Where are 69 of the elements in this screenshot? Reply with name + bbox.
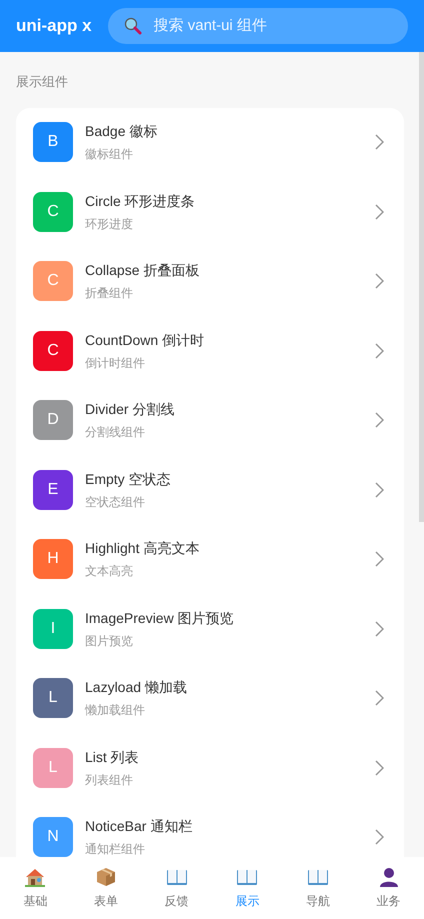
item-title: Highlight 高亮文本 (85, 539, 200, 558)
letter-avatar: C (33, 261, 73, 302)
chevron-icon (375, 342, 384, 359)
search-input[interactable]: 搜索 vant-ui 组件 (154, 14, 374, 38)
item-title: Circle 环形进度条 (85, 192, 196, 211)
tab[interactable]: 业务 (353, 866, 424, 910)
item-title: Badge 徽标 (85, 122, 158, 142)
letter-avatar: N (33, 817, 73, 857)
house-icon (24, 866, 46, 888)
letter-avatar: C (33, 192, 73, 232)
chevron-icon (375, 134, 384, 150)
letter-avatar: I (33, 608, 73, 649)
item-title: Lazyload 懒加载 (85, 678, 188, 698)
item-subtitle: 折叠组件 (85, 285, 134, 302)
chevron-icon (375, 829, 384, 846)
item-subtitle: 列表组件 (85, 772, 134, 789)
item-title: NoticeBar 通知栏 (85, 817, 194, 836)
item-subtitle: 分割线组件 (85, 424, 146, 442)
tab[interactable]: 导航 (282, 866, 354, 910)
item-title: Empty 空状态 (85, 470, 172, 489)
scrollbar[interactable] (419, 52, 424, 522)
list-item[interactable]: L List 列表 列表组件 (16, 733, 404, 802)
item-subtitle: 环形进度 (85, 216, 134, 233)
letter-avatar: C (33, 330, 73, 371)
item-subtitle: 图片预览 (85, 632, 134, 650)
box-icon (95, 866, 117, 888)
chevron-icon (375, 690, 384, 706)
chevron-icon (375, 620, 384, 637)
list-item[interactable]: B Badge 徽标 徽标组件 (16, 108, 404, 177)
list-item[interactable]: E Empty 空状态 空状态组件 (16, 455, 404, 524)
list-item[interactable]: C Collapse 折叠面板 折叠组件 (16, 246, 404, 316)
letter-avatar: D (33, 400, 73, 440)
list-item[interactable]: C CountDown 倒计时 倒计时组件 (16, 316, 404, 386)
letter-avatar: L (33, 678, 73, 718)
chevron-icon (375, 204, 384, 220)
chevron-icon (375, 482, 384, 498)
chevron-icon (375, 412, 384, 428)
letter-avatar: L (33, 748, 73, 788)
tab[interactable]: 反馈 (141, 866, 212, 910)
search-icon (124, 17, 142, 35)
item-title: List 列表 (85, 748, 140, 767)
list-item[interactable]: H Highlight 高亮文本 文本高亮 (16, 524, 404, 594)
app-title: uni-app x (16, 15, 92, 38)
list-item[interactable]: N NoticeBar 通知栏 通知栏组件 (16, 802, 404, 857)
item-subtitle: 倒计时组件 (85, 354, 146, 372)
person-icon (378, 866, 400, 888)
letter-avatar: B (33, 122, 73, 162)
list-item[interactable]: C Circle 环形进度条 环形进度 (16, 177, 404, 246)
list-item[interactable]: L Lazyload 懒加载 懒加载组件 (16, 664, 404, 733)
item-subtitle: 徽标组件 (85, 146, 134, 164)
item-title: Divider 分割线 (85, 400, 176, 420)
item-subtitle: 通知栏组件 (85, 841, 146, 857)
item-subtitle: 文本高亮 (85, 563, 134, 580)
letter-avatar: E (33, 470, 73, 510)
chevron-icon (375, 551, 384, 568)
tab[interactable]: 基础 (0, 866, 71, 910)
item-title: Collapse 折叠面板 (85, 261, 200, 280)
list-item[interactable]: D Divider 分割线 分割线组件 (16, 386, 404, 455)
item-subtitle: 懒加载组件 (85, 702, 146, 720)
chevron-icon (375, 273, 384, 290)
letter-avatar: H (33, 539, 73, 580)
tab[interactable]: 表单 (70, 866, 142, 910)
item-title: ImagePreview 图片预览 (85, 608, 235, 628)
item-title: CountDown 倒计时 (85, 330, 206, 350)
item-subtitle: 空状态组件 (85, 494, 146, 511)
search-field[interactable]: 搜索 vant-ui 组件 (108, 8, 408, 44)
list-item[interactable]: I ImagePreview 图片预览 图片预览 (16, 594, 404, 664)
section-title: 展示组件 (16, 73, 69, 91)
chevron-icon (375, 760, 384, 776)
